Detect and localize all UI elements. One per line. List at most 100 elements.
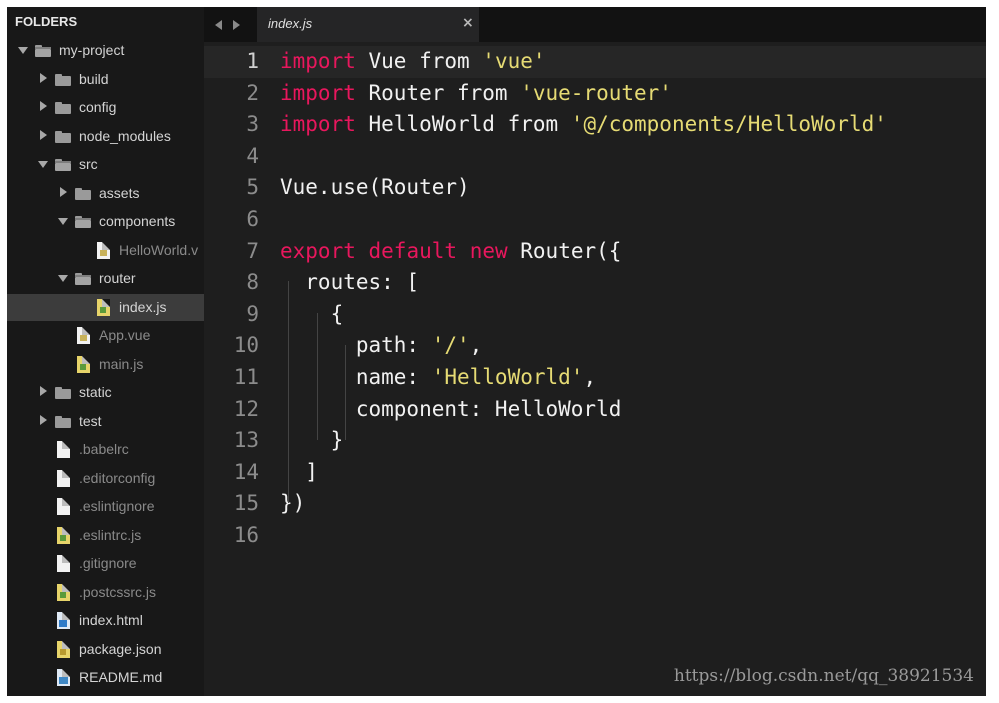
tree-item-index-js[interactable]: index.js [7, 293, 204, 321]
tree-item-editorconfig[interactable]: .editorconfig [7, 465, 204, 492]
tree-item-label: assets [99, 184, 140, 201]
folder-icon [55, 73, 71, 86]
tree-item-postcssrc-js[interactable]: .postcssrc.js [7, 579, 204, 606]
tree-item-label: package.json [79, 640, 162, 657]
line-number: 8 [246, 270, 259, 295]
folder-icon [75, 187, 91, 200]
watermark: https://blog.csdn.net/qq_38921534 [673, 666, 974, 686]
code-line[interactable]: ] [280, 457, 318, 489]
code-line[interactable]: { [280, 299, 344, 331]
code-line[interactable]: export default new Router({ [280, 236, 621, 268]
folder-icon [55, 415, 71, 428]
chevron-right-icon[interactable] [40, 414, 47, 425]
tree-item-label: .gitignore [79, 555, 137, 571]
tree-item-node-modules[interactable]: node_modules [7, 123, 204, 150]
arrow-right-icon[interactable] [233, 20, 240, 30]
code-line[interactable]: name: 'HelloWorld', [280, 362, 596, 394]
tree-item-label: index.js [119, 298, 167, 315]
line-number: 11 [233, 365, 259, 389]
close-icon[interactable]: × [462, 15, 474, 31]
tree-item-build[interactable]: build [7, 66, 204, 93]
file-icon [57, 555, 70, 572]
line-number: 16 [233, 523, 259, 547]
tab-title: index.js [268, 16, 313, 31]
tab-index-js[interactable]: index.js × [257, 7, 479, 42]
code-line[interactable]: path: '/', [280, 330, 482, 362]
chevron-down-icon[interactable] [58, 275, 68, 282]
file-icon [57, 441, 70, 458]
code-line[interactable]: routes: [ [280, 267, 419, 299]
tree-item-label: components [99, 213, 176, 229]
tree-item-label: src [79, 156, 98, 172]
code-line[interactable]: } [280, 425, 344, 457]
tree-item-components[interactable]: components [7, 208, 204, 235]
tree-item-label: App.vue [99, 327, 151, 343]
tree-item-label: router [99, 270, 136, 286]
sidebar-title: FOLDERS [15, 14, 78, 29]
code-line[interactable]: import HelloWorld from '@/components/Hel… [280, 109, 887, 141]
tree-item-eslintignore[interactable]: .eslintignore [7, 493, 204, 520]
tree-item-label: .babelrc [79, 441, 129, 457]
tree-item-helloworld-v[interactable]: HelloWorld.v [7, 237, 204, 264]
tree-item-label: my-project [59, 42, 125, 58]
chevron-right-icon[interactable] [60, 186, 67, 197]
tree-item-label: index.html [79, 612, 143, 628]
line-number: 9 [246, 301, 259, 326]
line-number: 5 [246, 175, 259, 200]
tree-item-gitignore[interactable]: .gitignore [7, 550, 204, 577]
line-number: 3 [246, 112, 259, 137]
chevron-down-icon[interactable] [38, 161, 48, 168]
code-line[interactable]: Vue.use(Router) [280, 172, 470, 204]
line-number: 2 [246, 80, 259, 105]
editor-window: FOLDERS my-project build config node_module… [7, 7, 986, 696]
line-number: 14 [233, 459, 259, 484]
chevron-down-icon[interactable] [18, 47, 28, 54]
html-file-icon [57, 612, 70, 629]
tree-item-readme-md[interactable]: README.md [7, 664, 204, 691]
line-number: 6 [246, 207, 259, 231]
code-editor[interactable]: 1 2 3 4 5 6 7 8 9 10 11 12 13 14 15 16 import Vue from … [204, 42, 986, 696]
arrow-left-icon[interactable] [215, 20, 222, 30]
chevron-right-icon[interactable] [40, 72, 47, 83]
folder-open-icon [75, 273, 91, 285]
code-line[interactable]: import Router from 'vue-router' [280, 78, 672, 110]
folder-open-icon [55, 159, 71, 171]
chevron-right-icon[interactable] [40, 101, 47, 111]
tree-item-label: test [79, 412, 102, 429]
indent-guide [288, 281, 289, 503]
js-file-icon [97, 298, 110, 316]
js-file-icon [57, 526, 70, 544]
tree-item-package-json[interactable]: package.json [7, 636, 204, 663]
tree-item-main-js[interactable]: main.js [7, 351, 204, 378]
line-number: 1 [246, 49, 259, 73]
tree-item-babelrc[interactable]: .babelrc [7, 436, 204, 463]
tree-item-config[interactable]: config [7, 94, 204, 121]
code-line[interactable]: import Vue from 'vue' [280, 46, 546, 78]
tree-item-index-html[interactable]: index.html [7, 607, 204, 634]
json-file-icon [57, 640, 70, 658]
line-number: 15 [233, 491, 259, 516]
tree-item-label: .editorconfig [79, 469, 156, 486]
tree-item-router[interactable]: router [7, 265, 204, 292]
tree-item-static[interactable]: static [7, 379, 204, 406]
chevron-right-icon[interactable] [40, 386, 47, 396]
js-file-icon [57, 583, 70, 601]
tree-item-my-project[interactable]: my-project [7, 37, 204, 64]
chevron-down-icon[interactable] [58, 218, 68, 225]
folder-icon [55, 102, 71, 114]
tree-item-label: node_modules [79, 127, 171, 144]
folder-icon [55, 387, 71, 399]
tree-item-label: main.js [99, 355, 144, 372]
code-line[interactable]: }) [280, 488, 305, 520]
tree-item-label: config [79, 99, 117, 115]
tree-item-assets[interactable]: assets [7, 180, 204, 207]
tree-item-eslintrc-js[interactable]: .eslintrc.js [7, 522, 204, 549]
markdown-file-icon [57, 669, 70, 686]
tree-item-test[interactable]: test [7, 408, 204, 435]
code-line[interactable]: component: HelloWorld [280, 394, 622, 426]
line-number: 13 [233, 428, 259, 453]
tree-item-app-vue[interactable]: App.vue [7, 322, 204, 349]
tree-item-src[interactable]: src [7, 151, 204, 178]
tree-item-label: HelloWorld.v [119, 241, 199, 258]
chevron-right-icon[interactable] [40, 129, 47, 140]
